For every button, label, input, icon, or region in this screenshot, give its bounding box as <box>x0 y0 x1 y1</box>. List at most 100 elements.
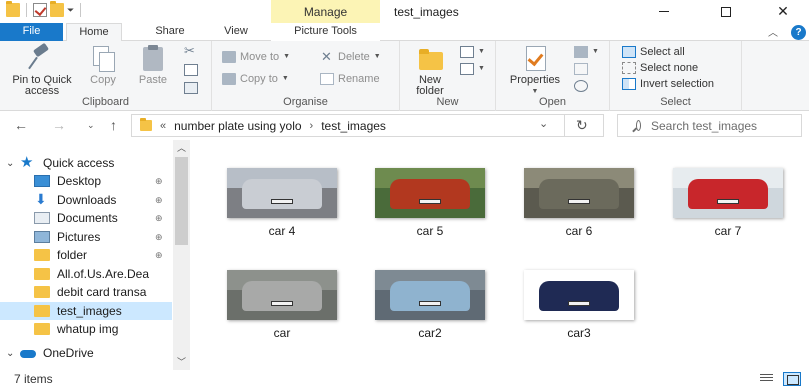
new-item-button[interactable]: ▼ <box>460 44 485 60</box>
navigation-pane: ⌄ Quick access Desktop⊕Downloads⊕Documents… <box>0 140 192 370</box>
copy-button[interactable]: Copy <box>83 44 123 86</box>
select-all-button[interactable]: Select all <box>622 44 685 60</box>
pin-icon: ⊕ <box>155 231 163 242</box>
download-icon <box>34 191 50 208</box>
folder-icon <box>34 305 50 317</box>
move-to-button[interactable]: Move to ▼ <box>222 49 290 65</box>
select-all-label: Select all <box>640 46 685 58</box>
delete-button[interactable]: Delete ▼ <box>320 49 381 65</box>
pin-to-quick-access-button[interactable]: Pin to Quick access <box>4 44 80 97</box>
paste-shortcut-button[interactable] <box>184 80 198 96</box>
clipboard-group: Pin to Quick access Copy Paste Clipboard <box>0 41 212 111</box>
address-bar[interactable]: « number plate using yolo › test_images … <box>131 114 604 137</box>
collapse-ribbon-icon[interactable]: ︿ <box>768 24 778 39</box>
breadcrumb-item[interactable]: number plate using yolo <box>174 119 301 133</box>
back-arrow-icon[interactable]: ← <box>14 117 28 133</box>
folder-icon <box>140 118 152 131</box>
nav-item[interactable]: debit card transa <box>0 283 172 301</box>
new-folder-button[interactable]: New folder <box>406 44 454 97</box>
edit-button[interactable] <box>574 61 588 77</box>
nav-item[interactable]: whatup img <box>0 320 172 338</box>
file-tile[interactable]: car 4 <box>222 168 342 238</box>
copy-icon <box>89 44 117 72</box>
nav-item-label: Pictures <box>57 230 101 244</box>
toolbar-divider <box>80 3 82 17</box>
breadcrumb-item[interactable]: test_images <box>321 119 386 133</box>
paste-button[interactable]: Paste <box>133 44 173 86</box>
tab-view[interactable]: View <box>212 23 260 41</box>
file-tile[interactable]: car3 <box>519 270 639 340</box>
move-to-icon <box>222 51 236 63</box>
search-input[interactable] <box>651 118 801 133</box>
file-name: car <box>273 326 291 340</box>
customize-toolbar-arrow[interactable]: ⏷ <box>67 5 74 16</box>
nav-item[interactable]: ⌄ OneDrive <box>0 344 172 362</box>
properties-button[interactable]: Properties ▼ <box>502 44 568 97</box>
file-tile[interactable]: car <box>222 270 342 340</box>
help-icon[interactable]: ? <box>791 25 806 40</box>
nav-item[interactable]: Desktop ⊕ <box>0 172 172 190</box>
select-none-icon <box>622 62 636 74</box>
copy-path-icon <box>184 64 198 76</box>
recent-locations-chevron-icon[interactable]: ⌄ <box>87 120 95 131</box>
select-none-button[interactable]: Select none <box>622 60 698 76</box>
breadcrumb-chevron-icon[interactable]: › <box>310 120 314 132</box>
window-title: test_images <box>394 5 459 19</box>
close-button[interactable]: ✕ <box>760 0 806 23</box>
nav-item[interactable]: Pictures ⊕ <box>0 228 172 246</box>
nav-scrollbar[interactable]: ︿ ﹀ <box>173 140 190 370</box>
nav-item[interactable]: All.of.Us.Are.Dea <box>0 265 172 283</box>
file-tile[interactable]: car 5 <box>370 168 490 238</box>
open-label: Open <box>539 96 566 108</box>
up-arrow-icon[interactable]: ↑ <box>110 117 117 133</box>
invert-selection-button[interactable]: Invert selection <box>622 76 714 92</box>
image-thumbnail <box>524 270 634 320</box>
minimize-icon <box>659 11 669 12</box>
file-tile[interactable]: car 6 <box>519 168 639 238</box>
properties-label: Properties <box>509 74 561 86</box>
easy-access-button[interactable]: ▼ <box>460 61 485 77</box>
refresh-icon[interactable]: ↻ <box>576 117 588 134</box>
new-folder-icon[interactable] <box>50 1 64 17</box>
nav-item[interactable]: ⌄ Quick access <box>0 154 172 172</box>
select-group: Select all Select none Invert selection … <box>610 41 742 111</box>
open-icon <box>574 46 588 58</box>
properties-check-icon[interactable] <box>33 3 47 17</box>
number-plate <box>568 199 590 204</box>
file-tile[interactable]: car2 <box>370 270 490 340</box>
address-dropdown-icon[interactable]: ⌄ <box>539 117 548 130</box>
large-icons-view-icon[interactable] <box>783 372 801 386</box>
open-button[interactable]: ▼ <box>574 44 599 60</box>
nav-item[interactable]: folder ⊕ <box>0 246 172 264</box>
cut-button[interactable] <box>184 43 198 60</box>
car-shape <box>539 179 619 209</box>
image-thumbnail <box>227 270 337 320</box>
tab-picture-tools[interactable]: Picture Tools <box>271 23 380 41</box>
nav-item[interactable]: Documents ⊕ <box>0 209 172 227</box>
maximize-button[interactable] <box>703 0 749 23</box>
nav-item[interactable]: test_images <box>0 302 172 320</box>
history-button[interactable] <box>574 78 588 94</box>
pin-label: Pin to Quick access <box>12 74 72 97</box>
scroll-thumb[interactable] <box>175 157 188 245</box>
nav-item-label: Quick access <box>43 156 115 170</box>
minimize-button[interactable] <box>641 0 687 23</box>
forward-arrow-icon[interactable]: → <box>52 117 66 133</box>
scroll-down-icon[interactable]: ﹀ <box>173 354 190 370</box>
expand-chevron-icon[interactable]: ⌄ <box>6 348 20 359</box>
tab-share[interactable]: Share <box>145 23 195 41</box>
title-bar: ⏷ Manage test_images ✕ <box>0 0 809 23</box>
rename-button[interactable]: Rename <box>320 71 380 87</box>
copy-to-button[interactable]: Copy to ▼ <box>222 71 289 87</box>
copy-path-button[interactable] <box>184 62 198 78</box>
tab-home[interactable]: Home <box>66 23 122 42</box>
dropdown-arrow-icon: ▼ <box>592 48 599 55</box>
details-view-icon[interactable] <box>758 372 776 386</box>
scroll-up-icon[interactable]: ︿ <box>173 140 190 156</box>
tab-file[interactable]: File <box>0 23 63 41</box>
breadcrumb-overflow[interactable]: « <box>160 120 166 132</box>
expand-chevron-icon[interactable]: ⌄ <box>6 158 20 169</box>
nav-item[interactable]: Downloads ⊕ <box>0 191 172 209</box>
file-tile[interactable]: car 7 <box>668 168 788 238</box>
search-box[interactable] <box>617 114 802 137</box>
